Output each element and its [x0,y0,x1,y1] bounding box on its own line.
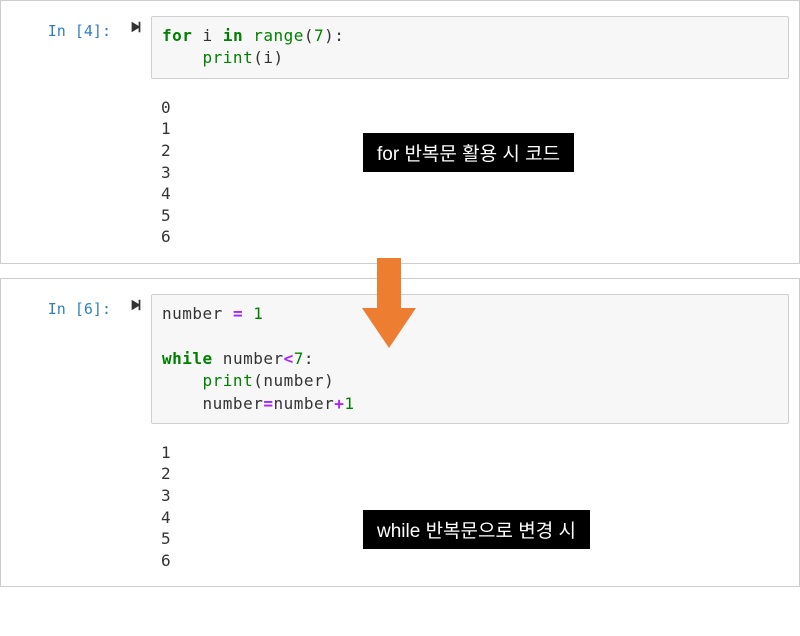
down-arrow-icon [362,258,416,348]
cell-1-code[interactable]: for i in range(7): print(i) [151,16,789,79]
keyword-while: while [162,349,213,368]
keyword-in: in [223,26,243,45]
annotation-while-label: while 반복문으로 변경 시 [362,509,591,550]
cell-2-prompt: In [6]: [11,294,121,318]
run-cell-icon[interactable] [121,16,151,39]
cell-2-output: 1 2 3 4 5 6 [151,434,789,572]
keyword-for: for [162,26,192,45]
output-cell-2: . . 1 2 3 4 5 6 [1,429,799,577]
code-cell-1: In [4]: for i in range(7): print(i) [1,11,799,84]
cell-1-prompt: In [4]: [11,16,121,40]
run-cell-icon[interactable] [121,294,151,317]
cell-2-code[interactable]: number = 1 while number<7: print(number)… [151,294,789,424]
annotation-for-label: for 반복문 활용 시 코드 [362,132,575,173]
